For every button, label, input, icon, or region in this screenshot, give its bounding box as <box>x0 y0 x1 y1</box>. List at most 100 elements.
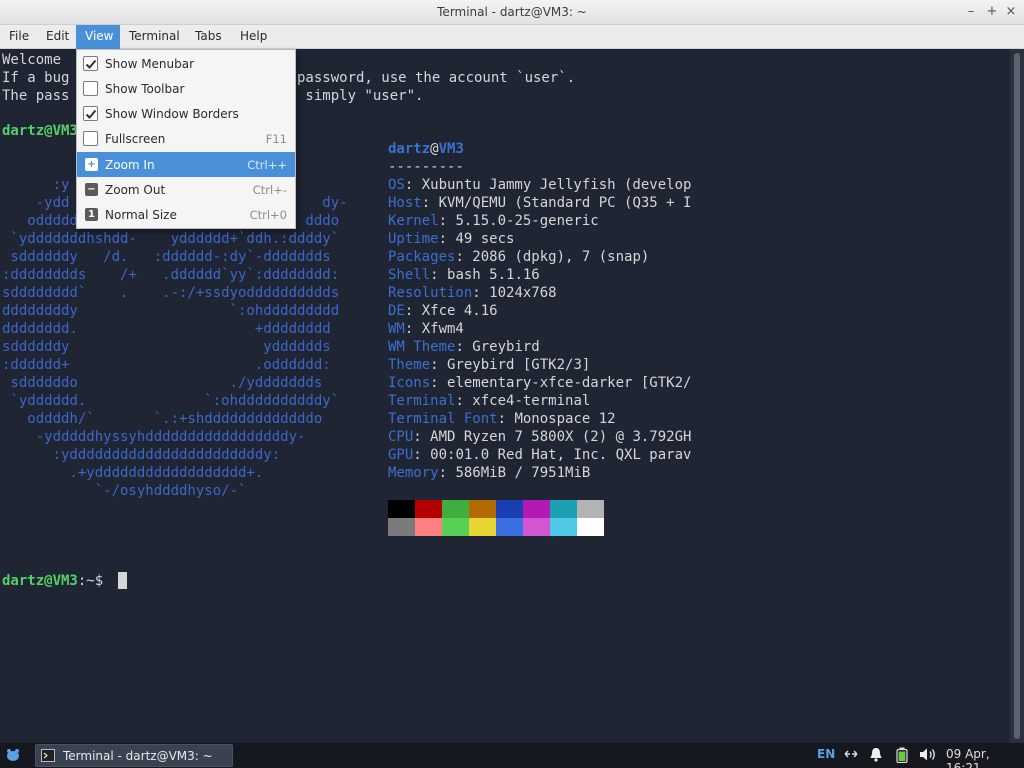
menu-item-zoom-in[interactable]: + Zoom In Ctrl++ <box>77 152 295 177</box>
palette-swatch <box>388 500 415 518</box>
system-info-row: Kernel: 5.15.0-25-generic <box>388 213 599 229</box>
menu-tabs[interactable]: Tabs <box>186 25 231 49</box>
prompt-user-first: dartz@VM3 <box>2 123 78 139</box>
terminal-scrollbar[interactable] <box>1010 49 1024 743</box>
battery-icon[interactable] <box>896 747 908 766</box>
palette-swatch <box>550 518 577 536</box>
maximize-icon[interactable]: + <box>983 3 1001 21</box>
menu-file[interactable]: File <box>0 25 38 49</box>
info-label: WM <box>388 321 405 337</box>
checkbox-checked-icon <box>83 56 98 71</box>
menu-view[interactable]: View <box>76 25 120 49</box>
close-icon[interactable]: × <box>1002 3 1020 21</box>
system-info-row: Memory: 586MiB / 7951MiB <box>388 465 591 481</box>
info-value: Greybird <box>472 339 540 355</box>
info-label: Terminal <box>388 393 456 409</box>
taskbar: Terminal - dartz@VM3: ~ EN 09 Apr, 16:21 <box>0 743 1024 768</box>
window-titlebar[interactable]: Terminal - dartz@VM3: ~ – + × <box>0 0 1024 25</box>
ascii-art-line: .+ydddddddddddddddddd+. <box>2 465 264 481</box>
ascii-art-line: sddddddy ydddddds <box>2 339 331 355</box>
palette-swatch <box>442 500 469 518</box>
menu-edit[interactable]: Edit <box>37 25 78 49</box>
ascii-art-line: sdddddddd` . .-:/+ssdyodddddddddds <box>2 285 340 301</box>
info-label: Icons <box>388 375 431 391</box>
info-label: GPU <box>388 447 414 463</box>
ascii-art-line: :dddddd+ .odddddd: <box>2 357 331 373</box>
ascii-art-line: -ydddddhyssyhdddddddddddddddddy- <box>2 429 306 445</box>
info-value: Xubuntu Jammy Jellyfish (develop <box>421 177 692 193</box>
palette-swatch <box>469 518 496 536</box>
ascii-art-line: sddddddy /d. :dddddd-:dy`-ddddddds <box>2 249 331 265</box>
ascii-art-line: `-/osyhddddhyso/-` <box>2 483 247 499</box>
menu-terminal[interactable]: Terminal <box>120 25 189 49</box>
palette-swatch <box>415 518 442 536</box>
palette-swatch <box>442 518 469 536</box>
volume-icon[interactable] <box>919 747 937 765</box>
info-label: Uptime <box>388 231 439 247</box>
menu-item-zoom-out[interactable]: − Zoom Out Ctrl+- <box>77 177 295 202</box>
scrollbar-thumb[interactable] <box>1014 53 1020 739</box>
system-info-row: OS: Xubuntu Jammy Jellyfish (develop <box>388 177 692 193</box>
info-value: Xfwm4 <box>421 321 464 337</box>
info-value: KVM/QEMU (Standard PC (Q35 + I <box>438 195 692 211</box>
info-label: Theme <box>388 357 431 373</box>
ascii-art-line: sddddddo ./yddddddds <box>2 375 323 391</box>
minimize-icon[interactable]: – <box>962 3 980 21</box>
system-info-row: Shell: bash 5.1.16 <box>388 267 540 283</box>
window-title: Terminal - dartz@VM3: ~ <box>437 5 587 19</box>
text-cursor <box>118 572 127 589</box>
info-label: WM Theme <box>388 339 456 355</box>
menu-item-show-menubar[interactable]: Show Menubar <box>77 51 295 76</box>
menu-item-show-toolbar[interactable]: Show Toolbar <box>77 76 295 101</box>
palette-swatch <box>496 518 523 536</box>
info-value: 49 secs <box>455 231 515 247</box>
info-label: Host <box>388 195 422 211</box>
menu-item-show-window-borders[interactable]: Show Window Borders <box>77 101 295 126</box>
palette-swatch <box>469 500 496 518</box>
keyboard-layout[interactable]: EN <box>817 747 835 761</box>
welcome-line-2-tail: password, use the account `user`. <box>297 70 576 86</box>
menu-item-normal-size[interactable]: 1 Normal Size Ctrl+0 <box>77 202 295 227</box>
ascii-art-line: dddddddd. +dddddddd <box>2 321 331 337</box>
info-value: elementary-xfce-darker [GTK2/ <box>447 375 692 391</box>
view-menu-dropdown: Show Menubar Show Toolbar Show Window Bo… <box>76 49 296 229</box>
welcome-line-3-tail: simply "user". <box>297 88 424 104</box>
checkbox-unchecked-icon <box>83 131 98 146</box>
info-value: 586MiB / 7951MiB <box>455 465 591 481</box>
checkbox-checked-icon <box>83 106 98 121</box>
info-value: Monospace 12 <box>514 411 616 427</box>
xfce-mouse-icon[interactable] <box>5 747 21 763</box>
info-value: 5.15.0-25-generic <box>455 213 599 229</box>
system-info-row: Theme: Greybird [GTK2/3] <box>388 357 591 373</box>
info-value: 00:01.0 Red Hat, Inc. QXL parav <box>430 447 692 463</box>
menubar: File Edit View Terminal Tabs Help <box>0 25 1024 49</box>
taskbar-terminal-button[interactable]: Terminal - dartz@VM3: ~ <box>35 744 233 767</box>
system-info-row: Uptime: 49 secs <box>388 231 515 247</box>
ascii-art-line: :ydddddddddddddddddddddddy: <box>2 447 281 463</box>
info-label: CPU <box>388 429 414 445</box>
palette-swatch <box>550 500 577 518</box>
zoom-out-icon: − <box>85 183 98 196</box>
info-label: Terminal Font <box>388 411 498 427</box>
info-value: 1024x768 <box>489 285 557 301</box>
palette-swatch <box>577 500 604 518</box>
menu-item-fullscreen[interactable]: Fullscreen F11 <box>77 126 295 151</box>
ascii-art-line: :dddddddds /+ .dddddd`yy`:dddddddd: <box>2 267 340 283</box>
network-icon[interactable] <box>843 747 859 764</box>
welcome-line-1: Welcome <box>2 52 70 68</box>
system-info-row: Terminal: xfce4-terminal <box>388 393 591 409</box>
system-info-row: Host: KVM/QEMU (Standard PC (Q35 + I <box>388 195 692 211</box>
clock[interactable]: 09 Apr, 16:21 <box>946 747 1024 768</box>
system-info-row: GPU: 00:01.0 Red Hat, Inc. QXL parav <box>388 447 692 463</box>
menu-help[interactable]: Help <box>231 25 276 49</box>
info-value: Greybird [GTK2/3] <box>447 357 591 373</box>
bell-icon[interactable] <box>869 747 883 765</box>
info-value: bash 5.1.16 <box>447 267 540 283</box>
ascii-art-line: `ydddddd. `:ohddddddddddy` <box>2 393 340 409</box>
system-info-row: WM Theme: Greybird <box>388 339 540 355</box>
info-value: AMD Ryzen 7 5800X (2) @ 3.792GH <box>430 429 692 445</box>
welcome-line-3: The pass <box>2 88 70 104</box>
info-label: DE <box>388 303 405 319</box>
info-label: Kernel <box>388 213 439 229</box>
system-info-row: DE: Xfce 4.16 <box>388 303 498 319</box>
